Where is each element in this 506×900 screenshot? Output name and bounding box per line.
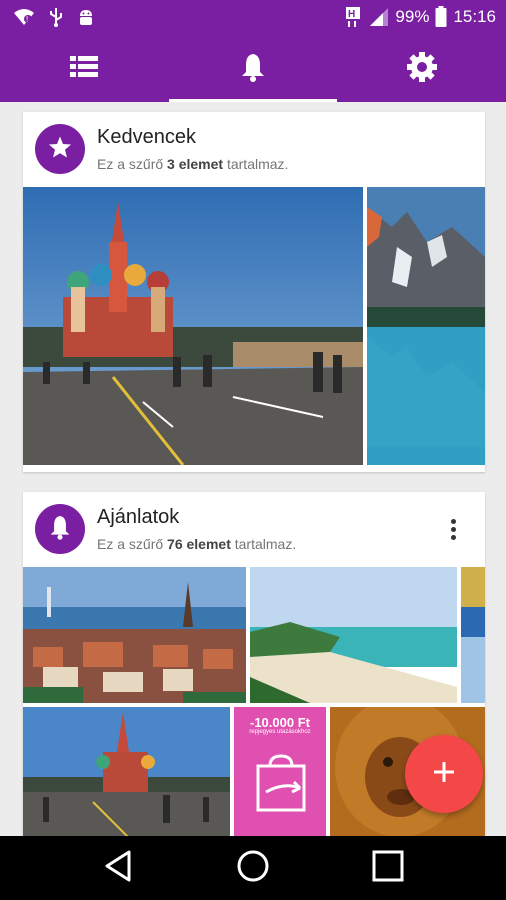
gear-icon: [406, 51, 437, 87]
moscow-photo[interactable]: [23, 187, 363, 465]
card-avatar: [35, 504, 85, 554]
partial-photo[interactable]: [461, 567, 485, 703]
android-debug-icon: [76, 7, 96, 27]
promo-tile[interactable]: -10.000 Ft repjegyes utazásokhoz: [234, 707, 326, 836]
card-subtitle: Ez a szűrő 3 elemet tartalmaz.: [97, 156, 289, 172]
star-icon: [48, 135, 72, 164]
clock: 15:16: [453, 7, 496, 26]
shopping-bag-icon: [254, 752, 308, 812]
card-header: Kedvencek Ez a szűrő 3 elemet tartalmaz.: [23, 112, 485, 187]
moscow-small-photo[interactable]: [23, 707, 230, 836]
wifi-icon: !: [12, 7, 36, 27]
home-button[interactable]: [223, 838, 283, 898]
status-bar: ! H 99% 15:16: [0, 0, 506, 36]
lake-photo[interactable]: [367, 187, 485, 465]
card-subtitle: Ez a szűrő 76 elemet tartalmaz.: [97, 536, 297, 552]
content-area: Kedvencek Ez a szűrő 3 elemet tartalmaz.: [0, 102, 506, 836]
cell-signal-icon: [369, 7, 389, 27]
tab-notifications[interactable]: [168, 36, 338, 102]
svg-text:H: H: [348, 9, 355, 20]
dot: [450, 518, 456, 524]
recents-icon: [372, 850, 404, 887]
bell-icon: [49, 514, 71, 545]
card-avatar: [35, 124, 85, 174]
card-title: Kedvencek: [97, 126, 196, 148]
back-icon: [103, 850, 133, 887]
home-icon: [236, 849, 270, 888]
battery-icon: [435, 6, 447, 28]
riga-photo[interactable]: [23, 567, 246, 703]
favorites-card[interactable]: Kedvencek Ez a szűrő 3 elemet tartalmaz.: [23, 112, 485, 472]
h-signal-icon: H: [345, 6, 363, 28]
card-title: Ajánlatok: [97, 506, 180, 528]
bell-icon: [240, 52, 266, 87]
add-button[interactable]: [405, 735, 483, 813]
beach-photo[interactable]: [250, 567, 457, 703]
tab-settings[interactable]: [337, 36, 506, 102]
system-nav-bar: [0, 836, 506, 900]
promo-price: -10.000 Ft: [250, 715, 310, 730]
battery-percent: 99%: [395, 7, 430, 26]
list-icon: [70, 55, 99, 83]
plus-icon: [432, 760, 456, 789]
more-options-button[interactable]: [441, 514, 465, 544]
back-button[interactable]: [88, 838, 148, 898]
usb-icon: [48, 7, 64, 27]
dot: [450, 534, 456, 540]
tab-list[interactable]: [0, 36, 169, 102]
recents-button[interactable]: [358, 838, 418, 898]
dot: [450, 526, 456, 532]
card-header: Ajánlatok Ez a szűrő 76 elemet tartalmaz…: [23, 492, 485, 567]
tab-bar: [0, 36, 506, 102]
promo-subtitle: repjegyes utazásokhoz: [249, 729, 311, 735]
svg-text:!: !: [26, 15, 28, 24]
